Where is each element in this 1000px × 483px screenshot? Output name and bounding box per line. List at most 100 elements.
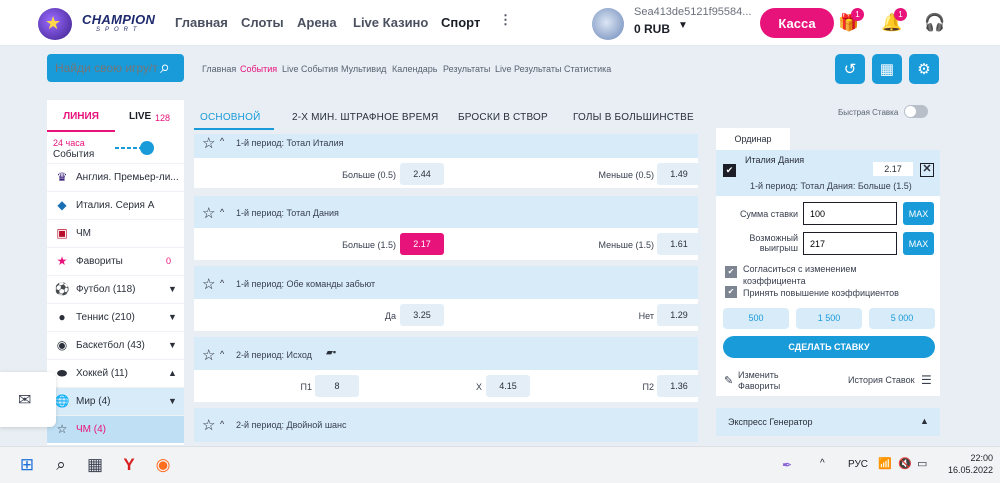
pen-icon[interactable]: ✒ <box>782 458 792 472</box>
quick-amount-button[interactable]: 1 500 <box>796 308 862 329</box>
outcome-label: Меньше (1.5) <box>598 240 655 250</box>
crumb-live-results[interactable]: Live Результаты <box>495 64 561 74</box>
nav-home[interactable]: Главная <box>175 15 228 30</box>
yandex-browser-icon[interactable]: Y <box>116 452 142 478</box>
star-outline-icon[interactable]: ☆ <box>202 416 215 434</box>
edit-icon[interactable]: ✎ <box>724 374 733 387</box>
balance-chevron-icon[interactable]: ▼ <box>678 20 688 31</box>
odd-button-selected[interactable]: 2.17 <box>400 233 444 255</box>
tab-penalty-time[interactable]: 2-Х МИН. ШТРАФНОЕ ВРЕМЯ <box>292 112 438 123</box>
account-avatar[interactable] <box>592 8 624 40</box>
crumb-home[interactable]: Главная <box>202 64 236 74</box>
outcome-label: Больше (0.5) <box>342 170 396 180</box>
battery-icon[interactable]: ▭ <box>917 457 927 470</box>
max-win-button[interactable]: MAX <box>903 232 934 255</box>
support-icon[interactable]: 🎧 <box>924 12 946 34</box>
speaker-icon[interactable]: 🔇 <box>898 457 912 470</box>
sidebar-item-label: Баскетбол (43) <box>76 340 145 351</box>
crumb-results[interactable]: Результаты <box>443 64 490 74</box>
search-icon[interactable]: ⌕ <box>160 57 182 79</box>
tab-single[interactable]: Ординар <box>716 128 790 150</box>
odd-button[interactable]: 2.44 <box>400 163 444 185</box>
quick-amount-button[interactable]: 5 000 <box>869 308 935 329</box>
toggle-knob <box>905 106 916 117</box>
crumb-events[interactable]: События <box>240 64 277 74</box>
menu-icon[interactable]: ☰ <box>921 373 932 387</box>
balance[interactable]: 0 RUB <box>634 22 670 36</box>
agree-checkbox[interactable]: ✔ <box>725 266 737 278</box>
tray-chevron-icon[interactable]: ^ <box>820 458 825 469</box>
star-outline-icon[interactable]: ☆ <box>202 134 215 152</box>
win-field[interactable] <box>803 232 897 255</box>
range-slider-handle[interactable] <box>140 141 154 155</box>
favorites-count: 0 <box>166 256 172 266</box>
tab-main[interactable]: ОСНОВНОЙ <box>200 112 260 123</box>
chevron-up-icon[interactable]: ^ <box>220 207 224 217</box>
max-stake-button[interactable]: MAX <box>903 202 934 225</box>
nav-more-icon[interactable]: ⋮ <box>499 12 512 28</box>
stake-field[interactable] <box>803 202 897 225</box>
odd-button[interactable]: 1.29 <box>657 304 701 326</box>
star-outline-icon[interactable]: ☆ <box>202 275 215 293</box>
chevron-up-icon[interactable]: ▲ <box>920 416 929 426</box>
settings-button[interactable]: ⚙ <box>909 54 939 84</box>
tab-powerplay[interactable]: ГОЛЫ В БОЛЬШИНСТВЕ <box>573 112 694 123</box>
chevron-down-icon[interactable]: ▼ <box>168 340 177 350</box>
nav-sport[interactable]: Спорт <box>441 15 480 30</box>
odd-button[interactable]: 3.25 <box>400 304 444 326</box>
odd-button[interactable]: 8 <box>315 375 359 397</box>
star-outline-icon[interactable]: ☆ <box>202 346 215 364</box>
tab-live[interactable]: LIVE <box>115 104 184 132</box>
tab-shots[interactable]: БРОСКИ В СТВОР <box>458 112 548 123</box>
range-hours: 24 часа <box>53 138 85 148</box>
odd-button[interactable]: 1.49 <box>657 163 701 185</box>
chevron-down-icon[interactable]: ▼ <box>168 312 177 322</box>
history-button[interactable]: ↺ <box>835 54 865 84</box>
chevron-up-icon[interactable]: ^ <box>220 419 224 429</box>
crumb-live-events[interactable]: Live События <box>282 64 338 74</box>
chevron-up-icon[interactable]: ^ <box>220 278 224 288</box>
tab-line[interactable]: ЛИНИЯ <box>47 104 115 132</box>
basketball-icon: ◉ <box>56 338 68 352</box>
chevron-up-icon[interactable]: ▲ <box>168 368 177 378</box>
world-cup-icon: ▣ <box>56 226 68 240</box>
market-title: 2-й период: Исход <box>236 350 312 360</box>
clock[interactable]: 22:00 16.05.2022 <box>948 452 993 476</box>
crumb-calendar[interactable]: Календарь <box>392 64 437 74</box>
quick-amount-button[interactable]: 500 <box>723 308 789 329</box>
firefox-icon[interactable]: ◉ <box>150 452 176 478</box>
win-label: Возможный выигрыш <box>749 233 798 253</box>
sidebar-item-label: ЧМ (4) <box>76 424 106 435</box>
edit-favorites-link[interactable]: Изменить Фавориты <box>738 370 780 392</box>
star-outline-icon[interactable]: ☆ <box>202 204 215 222</box>
express-generator[interactable]: Экспресс Генератор <box>716 408 940 436</box>
bet-history-link[interactable]: История Ставок <box>848 375 915 385</box>
place-bet-button[interactable]: СДЕЛАТЬ СТАВКУ <box>723 336 935 358</box>
language-indicator[interactable]: РУС <box>848 459 868 470</box>
nav-slots[interactable]: Слоты <box>241 15 284 30</box>
accept-raise-checkbox[interactable]: ✔ <box>725 286 737 298</box>
calculator-app-icon[interactable]: ▦ <box>82 452 108 478</box>
odd-button[interactable]: 1.61 <box>657 233 701 255</box>
cash-button[interactable]: Касса <box>760 8 834 38</box>
chevron-down-icon[interactable]: ▼ <box>168 396 177 406</box>
search-icon[interactable]: ⌕ <box>48 452 74 478</box>
outcome-label: Да <box>384 311 396 321</box>
calculator-button[interactable]: ▦ <box>872 54 902 84</box>
odd-button[interactable]: 4.15 <box>486 375 530 397</box>
stats-icon[interactable]: ▰▪ <box>326 347 336 358</box>
nav-live-casino[interactable]: Live Казино <box>353 15 428 30</box>
chevron-up-icon[interactable]: ^ <box>220 136 224 146</box>
selection-checkbox[interactable]: ✔ <box>723 164 736 177</box>
chevron-down-icon[interactable]: ▼ <box>168 284 177 294</box>
close-icon[interactable]: ✕ <box>920 163 934 177</box>
odd-button[interactable]: 1.36 <box>657 375 701 397</box>
wifi-icon[interactable]: 📶 <box>878 457 892 470</box>
mail-icon[interactable]: ✉ <box>18 390 31 410</box>
windows-start-icon[interactable]: ⊞ <box>14 452 40 478</box>
chevron-up-icon[interactable]: ^ <box>220 349 224 359</box>
nav-arena[interactable]: Арена <box>297 15 337 30</box>
crumb-statistics[interactable]: Статистика <box>564 64 611 74</box>
crumb-multiview[interactable]: Мультивид <box>341 64 386 74</box>
bell-badge: 1 <box>894 8 907 21</box>
